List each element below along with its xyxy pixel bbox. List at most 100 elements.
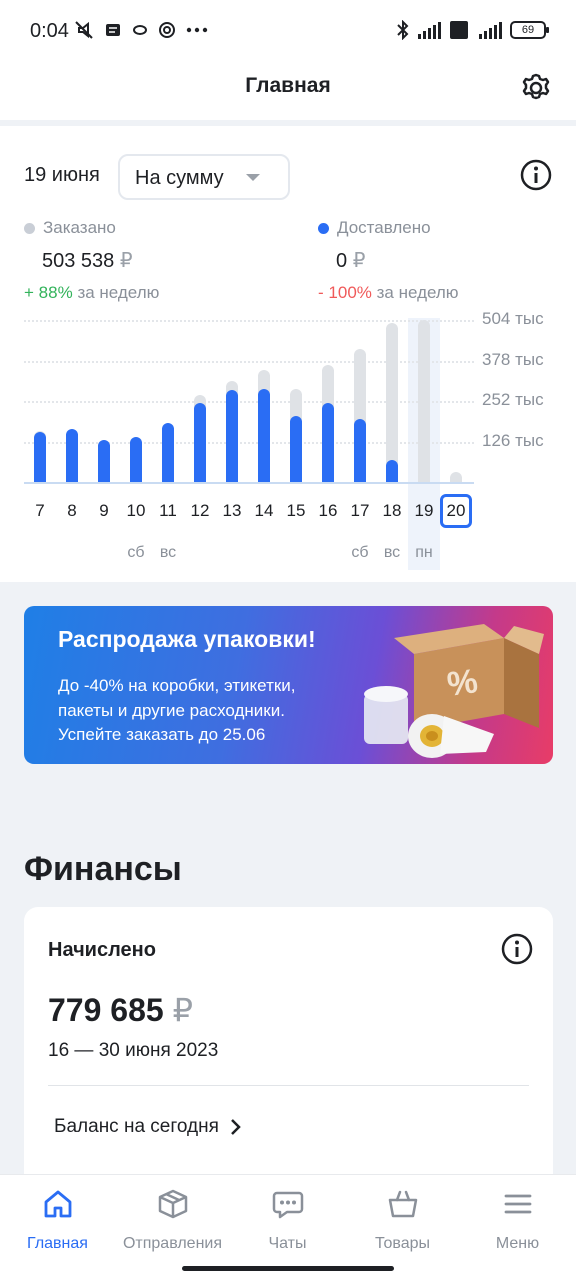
metric-ordered: Заказано 503 538 ₽ + 88% за неделю <box>24 218 159 303</box>
nav-chats-label: Чаты <box>268 1235 307 1252</box>
status-left-icons <box>74 20 208 40</box>
bar-delivered[interactable] <box>290 416 302 482</box>
bar-delivered[interactable] <box>226 390 238 482</box>
weekday-label: сб <box>127 544 145 561</box>
x-tick-label[interactable]: 10 <box>120 501 152 521</box>
y-tick-label: 378 тыс <box>482 349 544 369</box>
x-tick-label[interactable]: 15 <box>280 501 312 521</box>
accrued-period: 16 — 30 июня 2023 <box>48 1040 219 1061</box>
x-tick-label[interactable]: 14 <box>248 501 280 521</box>
weekday-label: пн <box>415 544 433 561</box>
delivered-currency: ₽ <box>352 250 366 272</box>
ordered-change-sign: + <box>24 283 34 302</box>
status-bar: 0:04 69 <box>0 0 576 64</box>
x-tick-label[interactable]: 12 <box>184 501 216 521</box>
stats-panel: 19 июня На сумму Заказано 503 538 ₽ + 88… <box>0 126 576 582</box>
weekday-label: вс <box>159 544 177 561</box>
home-icon <box>44 1190 71 1218</box>
nav-shipments-label: Отправления <box>122 1235 223 1252</box>
notification-icon <box>106 24 120 36</box>
ordered-change-value: 88% <box>38 283 73 302</box>
y-tick-label: 252 тыс <box>482 390 544 409</box>
bar-total[interactable] <box>418 319 430 482</box>
home-indicator[interactable] <box>182 1266 394 1271</box>
delivered-label: Доставлено <box>337 218 431 237</box>
nav-shipments[interactable]: Отправления <box>115 1185 230 1253</box>
y-tick-label: 504 тыс <box>482 309 544 328</box>
bluetooth-icon <box>397 20 409 40</box>
x-tick-label[interactable]: 11 <box>152 501 184 521</box>
delivered-change-sign: - <box>318 283 324 302</box>
promo-title: Распродажа упаковки! <box>58 626 316 652</box>
page-title: Главная <box>245 74 331 97</box>
nav-menu[interactable]: Меню <box>460 1185 575 1253</box>
signal-4g-icon <box>479 22 502 39</box>
ring-icon <box>133 25 147 35</box>
signal-icon <box>418 22 441 39</box>
sales-bar-chart[interactable]: 504 тыс 378 тыс 252 тыс 126 тыс 7 8 9 10 сб 11 вс 1… <box>0 309 576 576</box>
finance-section-title: Финансы <box>24 850 182 888</box>
bar-delivered[interactable] <box>34 432 46 482</box>
weekday-label: вс <box>383 544 401 561</box>
muted-icon <box>75 21 93 39</box>
y-tick-label: 126 тыс <box>482 430 544 450</box>
nav-chats[interactable]: Чаты <box>230 1185 345 1253</box>
nav-home[interactable]: Главная <box>0 1185 115 1253</box>
bar-delivered[interactable] <box>162 422 174 482</box>
gridline <box>24 320 474 322</box>
settings-button[interactable] <box>514 66 558 110</box>
promo-banner[interactable]: Распродажа упаковки! До -40% на коробки,… <box>24 606 553 764</box>
battery-icon: 69 <box>510 21 549 39</box>
nav-products[interactable]: Товары <box>345 1185 460 1253</box>
accrued-label: Начислено <box>48 939 156 961</box>
bar-total[interactable] <box>386 322 398 482</box>
chevron-right-icon <box>231 1119 241 1135</box>
bar-delivered[interactable] <box>98 440 110 482</box>
x-tick-label[interactable]: 13 <box>216 501 248 521</box>
accrued-amount: 779 685 <box>48 992 164 1028</box>
x-tick-label[interactable]: 17 <box>344 501 376 521</box>
app-header: Главная <box>0 64 576 120</box>
status-right-icons: 69 <box>396 20 549 40</box>
chevron-down-icon <box>246 174 260 181</box>
card-divider <box>48 1085 529 1086</box>
mode-select[interactable]: На сумму <box>118 154 290 200</box>
bar-delivered[interactable] <box>66 428 78 482</box>
bar-delivered[interactable] <box>258 388 270 482</box>
stats-info-button[interactable] <box>520 159 552 191</box>
bar-total[interactable] <box>450 472 462 482</box>
finance-card: Начислено 779 685 ₽ 16 — 30 июня 2023 Ба… <box>24 907 553 1207</box>
bar-delivered[interactable] <box>354 419 366 482</box>
info-icon <box>501 933 533 965</box>
bottom-navigation: Главная Отправления Чаты Товары Меню <box>0 1174 576 1280</box>
gridline <box>24 441 474 444</box>
weekday-label: сб <box>351 544 369 561</box>
ordered-legend-dot <box>24 222 35 234</box>
x-tick-label[interactable]: 9 <box>88 501 120 521</box>
bar-delivered[interactable] <box>194 403 206 482</box>
balance-today-link[interactable]: Баланс на сегодня <box>54 1116 241 1138</box>
accrued-info-button[interactable] <box>501 933 533 965</box>
gear-icon <box>522 73 550 100</box>
accrued-currency: ₽ <box>172 992 193 1028</box>
bar-delivered[interactable] <box>322 403 334 482</box>
selected-day-indicator[interactable] <box>440 494 472 528</box>
ordered-label: Заказано <box>43 218 116 237</box>
promo-deadline: Успейте заказать до 25.06 <box>58 725 266 744</box>
x-tick-label[interactable]: 19 <box>408 501 440 521</box>
status-time: 0:04 <box>30 20 69 42</box>
nav-home-label: Главная <box>27 1235 88 1252</box>
promo-line-2: пакеты и другие расходники. <box>58 701 285 720</box>
x-tick-label[interactable]: 7 <box>24 501 56 521</box>
bar-delivered[interactable] <box>386 459 398 482</box>
mode-select-value: На сумму <box>135 167 224 189</box>
x-tick-label[interactable]: 16 <box>312 501 344 521</box>
x-tick-label[interactable]: 18 <box>376 501 408 521</box>
bar-delivered[interactable] <box>130 437 142 482</box>
nav-products-label: Товары <box>374 1235 431 1252</box>
ordered-currency: ₽ <box>119 250 133 272</box>
nav-menu-label: Меню <box>495 1235 540 1252</box>
delivered-change-period: за неделю <box>376 283 459 302</box>
x-tick-label[interactable]: 8 <box>56 501 88 521</box>
packaging-illustration: % <box>364 624 544 758</box>
